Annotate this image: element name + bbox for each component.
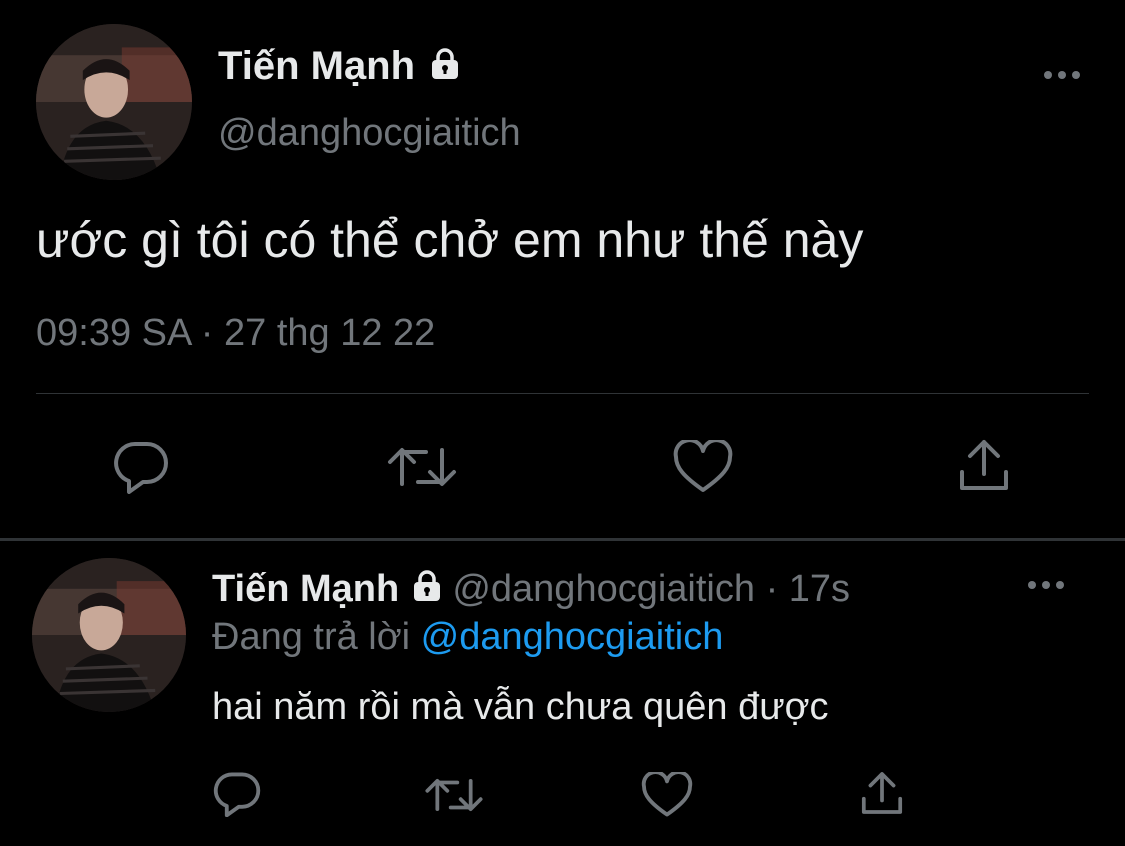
reply-retweet-button[interactable]	[424, 772, 484, 818]
reply-icon	[213, 772, 261, 817]
retweet-icon	[388, 448, 456, 486]
reply-age[interactable]: · 17s	[766, 568, 850, 610]
reply-like-button[interactable]	[640, 772, 694, 818]
reply-header: Tiến Mạnh @danghocgiaitich · 17s	[212, 566, 850, 614]
share-icon	[861, 772, 903, 814]
reply-more-icon[interactable]	[1024, 572, 1068, 598]
reply-text: hai năm rồi mà vẫn chưa quên được	[212, 686, 829, 728]
retweet-button[interactable]	[386, 440, 458, 494]
section-divider	[0, 538, 1125, 541]
retweet-icon	[425, 778, 483, 812]
tweet-timestamp[interactable]: 09:39 SA · 27 thg 12 22	[36, 310, 435, 356]
lock-icon	[412, 568, 442, 614]
reply-author-handle[interactable]: @danghocgiaitich	[452, 568, 755, 610]
author-name[interactable]: Tiến Mạnh	[218, 42, 460, 92]
author-handle[interactable]: @danghocgiaitich	[218, 110, 521, 156]
reply-author-name[interactable]: Tiến Mạnh	[212, 568, 399, 610]
reply-reply-button[interactable]	[212, 770, 262, 818]
replying-to-link[interactable]: @danghocgiaitich	[421, 616, 724, 658]
like-icon	[641, 772, 693, 817]
avatar-photo	[36, 24, 192, 180]
like-button[interactable]	[672, 440, 734, 494]
like-icon	[673, 440, 733, 492]
reply-icon	[114, 442, 168, 494]
author-name-text[interactable]: Tiến Mạnh	[218, 44, 415, 88]
divider	[36, 393, 1089, 394]
replying-prefix: Đang trả lời	[212, 616, 411, 658]
avatar[interactable]	[36, 24, 192, 180]
reply-share-button[interactable]	[856, 768, 908, 818]
avatar-photo	[32, 558, 186, 712]
reply-button[interactable]	[110, 438, 172, 496]
reply-avatar[interactable]	[32, 558, 186, 712]
replying-to-line: Đang trả lời @danghocgiaitich	[212, 614, 723, 660]
lock-icon	[430, 44, 460, 92]
tweet-text: ước gì tôi có thể chở em như thế này	[36, 212, 864, 268]
share-icon	[960, 440, 1008, 490]
more-icon[interactable]	[1040, 62, 1084, 88]
share-button[interactable]	[954, 436, 1014, 494]
